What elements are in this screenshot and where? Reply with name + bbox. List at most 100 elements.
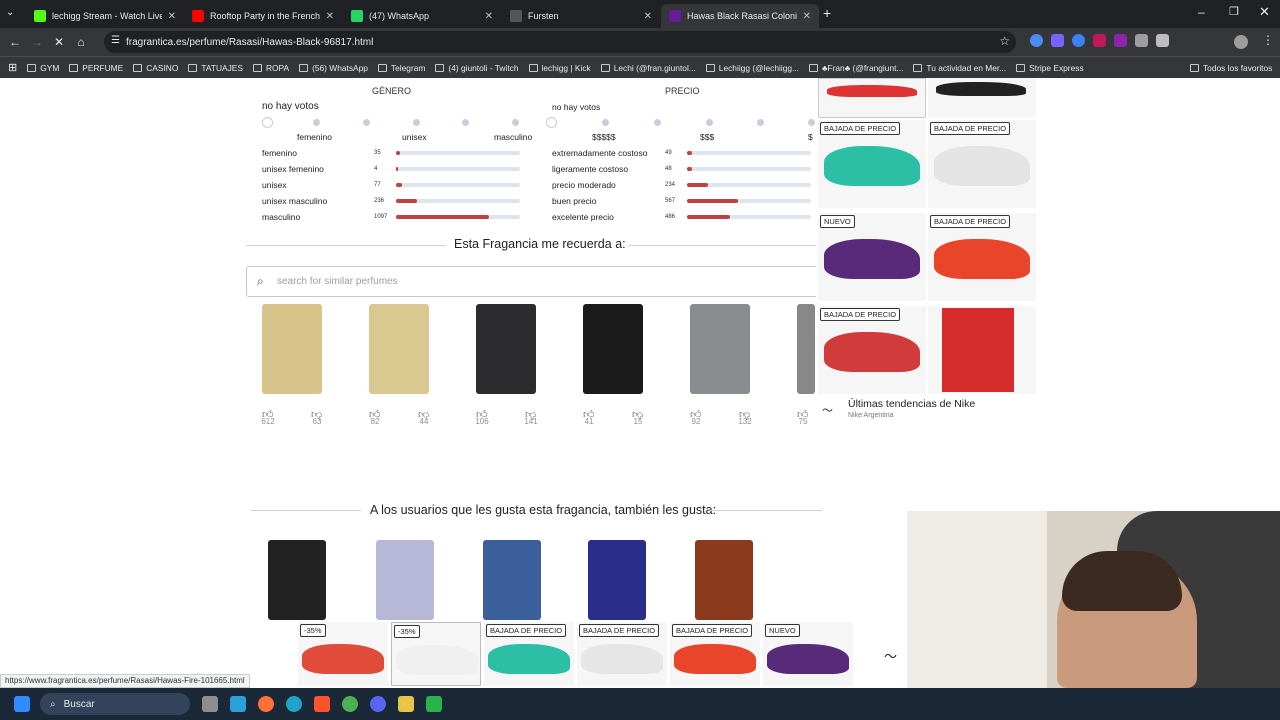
close-tab-icon[interactable]: ✕ — [326, 11, 334, 22]
perfume-thumbnail[interactable] — [583, 304, 643, 394]
bookmark-item[interactable]: GYM — [27, 63, 59, 73]
bookmark-item[interactable]: ROPA — [252, 63, 289, 73]
perfume-thumbnail[interactable] — [695, 540, 753, 620]
home-button[interactable]: ⌂ — [70, 35, 92, 49]
banner-product-image[interactable]: BAJADA DE PRECIO — [670, 622, 760, 686]
ad-product-image[interactable]: BAJADA DE PRECIO — [818, 306, 926, 394]
browser-tab[interactable]: Rooftop Party in the French ✕ — [184, 4, 342, 28]
bottom-nike-banner[interactable]: -35% -35% BAJADA DE PRECIO BAJADA DE PRECIO… — [298, 622, 910, 688]
tab-list-dropdown-icon[interactable]: ⌄ — [6, 7, 14, 18]
browser-tab[interactable]: Fursten ✕ — [502, 4, 660, 28]
bookmark-item[interactable]: TATUAJES — [188, 63, 243, 73]
bookmark-star-icon[interactable]: ☆ — [999, 34, 1010, 48]
ad-product-image[interactable]: NUEVO — [818, 213, 926, 301]
back-button[interactable]: ← — [4, 35, 26, 49]
extension-icon[interactable] — [1135, 34, 1148, 47]
site-info-icon[interactable]: ☰ — [111, 35, 120, 46]
vote-option[interactable] — [462, 119, 469, 126]
forward-button[interactable]: → — [26, 35, 48, 49]
reload-stop-button[interactable]: ✕ — [48, 35, 70, 49]
taskbar-search[interactable]: ⌕ Buscar — [40, 693, 190, 715]
ad-product-image[interactable] — [928, 78, 1036, 118]
browser-tab[interactable]: Hawas Black Rasasi Colonia - u ✕ — [661, 4, 819, 28]
app-icon[interactable] — [426, 696, 442, 712]
banner-product-image[interactable]: NUEVO — [763, 622, 853, 686]
perfume-thumbnail[interactable] — [797, 304, 815, 394]
vote-option[interactable] — [413, 119, 420, 126]
extension-icon[interactable] — [1093, 34, 1106, 47]
banner-product-image[interactable]: BAJADA DE PRECIO — [484, 622, 574, 686]
nike-ad[interactable]: BAJADA DE PRECIO BAJADA DE PRECIO NUEVO BAJ… — [816, 78, 1036, 430]
vote-option[interactable] — [808, 119, 815, 126]
windows-start-icon[interactable] — [14, 696, 30, 712]
chrome-icon[interactable] — [342, 696, 358, 712]
perfume-thumbnail[interactable] — [369, 304, 429, 394]
vote-option[interactable] — [654, 119, 661, 126]
bookmark-item[interactable]: PERFUME — [69, 63, 123, 73]
perfume-thumbnail[interactable] — [376, 540, 434, 620]
ad-product-image[interactable]: BAJADA DE PRECIO — [928, 213, 1036, 301]
close-tab-icon[interactable]: ✕ — [644, 11, 652, 22]
bookmark-item[interactable]: (56) WhatsApp — [299, 63, 368, 73]
vote-option[interactable] — [262, 117, 273, 128]
perfume-thumbnail[interactable] — [690, 304, 750, 394]
extensions-puzzle-icon[interactable] — [1156, 34, 1169, 47]
close-tab-icon[interactable]: ✕ — [485, 11, 493, 22]
app-icon[interactable] — [398, 696, 414, 712]
ad-product-image[interactable] — [818, 78, 926, 118]
browser-tab[interactable]: lechigg Stream - Watch Live on ✕ — [26, 4, 184, 28]
ad-product-image[interactable] — [928, 306, 1036, 394]
bookmark-item[interactable]: Todos los favoritos — [1190, 63, 1272, 73]
vote-option[interactable] — [363, 119, 370, 126]
perfume-thumbnail[interactable] — [476, 304, 536, 394]
menu-kebab-icon[interactable]: ⋮ — [1262, 33, 1274, 47]
extension-icon[interactable] — [1030, 34, 1043, 47]
minimize-button[interactable]: – — [1198, 5, 1205, 19]
browser-tab[interactable]: (47) WhatsApp ✕ — [343, 4, 501, 28]
bookmark-item[interactable]: lechigg | Kick — [528, 63, 591, 73]
extension-icon[interactable] — [1051, 34, 1064, 47]
vote-option[interactable] — [313, 119, 320, 126]
close-window-button[interactable]: ✕ — [1259, 4, 1270, 20]
bookmark-item[interactable]: ♣Fran♣ (@frangiunt... — [809, 63, 903, 73]
perfume-thumbnail[interactable] — [262, 304, 322, 394]
edge-icon[interactable] — [286, 696, 302, 712]
bookmark-item[interactable]: Lechi (@fran.giuntol... — [600, 63, 696, 73]
similar-perfumes-search-input[interactable]: ⌕ search for similar perfumes — [246, 266, 826, 297]
banner-product-image[interactable]: BAJADA DE PRECIO — [577, 622, 667, 686]
extension-icon[interactable] — [1114, 34, 1127, 47]
ad-product-image[interactable]: BAJADA DE PRECIO — [818, 120, 926, 208]
new-tab-button[interactable]: + — [823, 5, 831, 21]
bookmark-item[interactable]: CASINO — [133, 63, 178, 73]
brave-icon[interactable] — [314, 696, 330, 712]
banner-product-image[interactable]: -35% — [298, 622, 388, 686]
bookmark-item[interactable]: Tu actividad en Mer... — [913, 63, 1006, 73]
close-tab-icon[interactable]: ✕ — [803, 11, 811, 22]
extension-icon[interactable] — [1072, 34, 1085, 47]
profile-avatar[interactable] — [1234, 35, 1248, 49]
discord-icon[interactable] — [370, 696, 386, 712]
perfume-thumbnail[interactable] — [268, 540, 326, 620]
apps-grid-icon[interactable]: ⊞ — [8, 61, 17, 74]
maximize-button[interactable]: ❐ — [1229, 5, 1239, 18]
firefox-icon[interactable] — [258, 696, 274, 712]
bookmark-item[interactable]: (4) giuntoli - Twitch — [435, 63, 519, 73]
banner-product-image[interactable]: -35% — [391, 622, 481, 686]
file-explorer-icon[interactable] — [202, 696, 218, 712]
thumbs-down-count: 15 — [633, 417, 643, 426]
close-tab-icon[interactable]: ✕ — [168, 11, 176, 22]
bookmark-item[interactable]: Lechiigg (@lechiigg... — [705, 63, 799, 73]
vote-option[interactable] — [602, 119, 609, 126]
bookmark-item[interactable]: Stripe Express — [1016, 63, 1084, 73]
vote-option[interactable] — [512, 119, 519, 126]
app-icon[interactable] — [230, 696, 246, 712]
perfume-thumbnail[interactable] — [588, 540, 646, 620]
vote-option[interactable] — [757, 119, 764, 126]
bookmark-item[interactable]: Telegram — [377, 63, 425, 73]
perfume-thumbnail[interactable] — [483, 540, 541, 620]
ad-product-image[interactable]: BAJADA DE PRECIO — [928, 120, 1036, 208]
ad-title[interactable]: Últimas tendencias de Nike — [848, 398, 975, 410]
vote-option[interactable] — [706, 119, 713, 126]
address-bar[interactable]: ☰ fragrantica.es/perfume/Rasasi/Hawas-Bl… — [104, 31, 1016, 53]
vote-option[interactable] — [546, 117, 557, 128]
